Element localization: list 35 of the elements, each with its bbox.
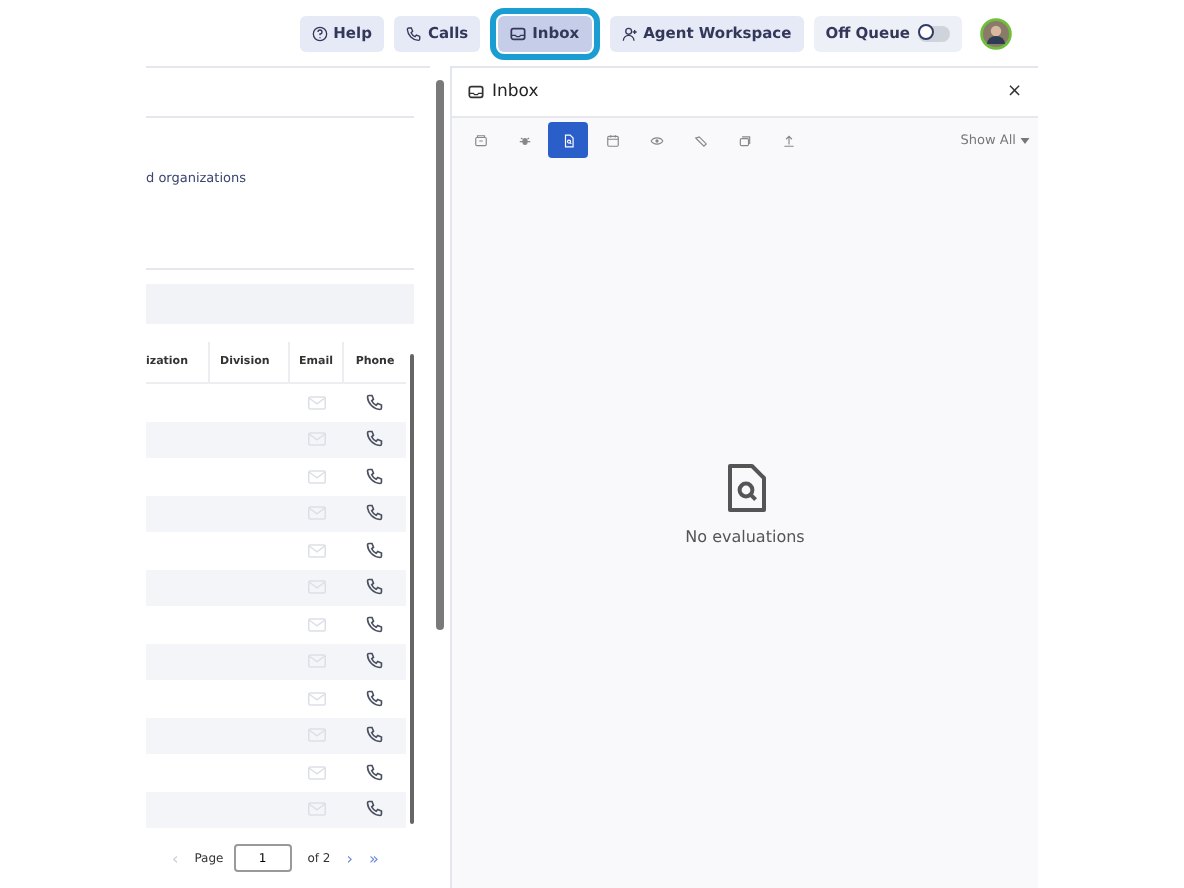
help-icon (311, 25, 328, 41)
tag-icon (693, 133, 707, 147)
phone-icon[interactable] (366, 467, 384, 486)
caret-icon (1020, 137, 1030, 144)
phone-icon (405, 25, 422, 41)
phone-icon[interactable] (366, 800, 384, 819)
phone-icon[interactable] (366, 541, 384, 560)
phone-icon[interactable] (366, 689, 384, 708)
eye-icon (649, 133, 663, 147)
filter-button[interactable] (548, 122, 588, 158)
scrollbar[interactable] (436, 80, 444, 630)
phone-icon[interactable] (366, 504, 384, 523)
last-page-button[interactable]: » (368, 849, 379, 867)
phone-icon[interactable] (366, 726, 384, 745)
upload-icon (781, 133, 795, 147)
bug-icon (517, 133, 531, 147)
inbox-tray-icon (468, 84, 484, 100)
inbox-tray-icon (510, 25, 527, 41)
calendar-icon (605, 133, 619, 147)
next-page-button[interactable]: › (346, 849, 353, 867)
avatar-icon[interactable] (980, 17, 1012, 49)
person-plus-icon (621, 25, 638, 41)
archive-icon (473, 133, 487, 147)
phone-icon[interactable] (366, 615, 384, 634)
document-search-icon (725, 464, 765, 512)
phone-icon[interactable] (366, 578, 384, 597)
empty-state-message: No evaluations (685, 528, 805, 546)
panel-title: Inbox (492, 82, 539, 102)
phone-icon[interactable] (366, 763, 384, 782)
document-icon (561, 133, 575, 147)
stack-icon (737, 133, 751, 147)
close-button[interactable]: × (1006, 82, 1022, 102)
phone-icon[interactable] (366, 652, 384, 671)
phone-icon[interactable] (366, 430, 384, 449)
phone-icon[interactable] (366, 393, 384, 412)
